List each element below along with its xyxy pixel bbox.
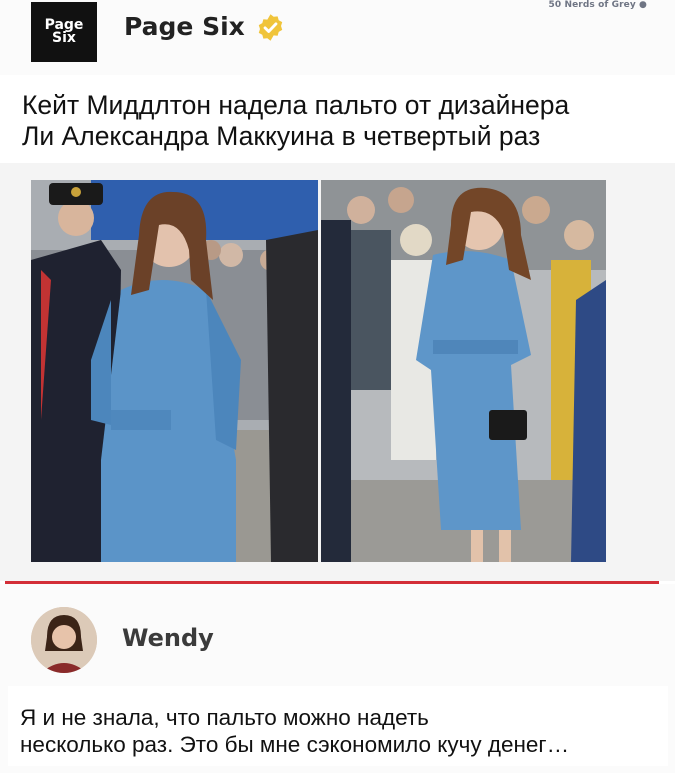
logo-text-line2: Six — [52, 30, 76, 46]
watermark-text: 50 Nerds of Grey ● — [548, 0, 647, 10]
reply-text-line-2: несколько раз. Это бы мне сэкономило куч… — [20, 732, 570, 757]
account-name[interactable]: Page Six — [124, 12, 245, 41]
avatar[interactable] — [31, 607, 97, 673]
post-header: Page Six Page Six — [0, 0, 675, 75]
post-photo-right[interactable] — [321, 180, 606, 562]
post-headline: Кейт Миддлтон надела пальто от дизайнера… — [10, 81, 664, 163]
page-six-logo[interactable]: Page Six — [31, 2, 97, 62]
headline-line-1: Кейт Миддлтон надела пальто от дизайнера — [22, 90, 570, 120]
headline-line-2: Ли Александра Маккуина в четвертый раз — [22, 121, 541, 151]
reply-text-line-1: Я и не знала, что пальто можно надеть — [20, 705, 429, 730]
reply-text: Я и не знала, что пальто можно надеть не… — [8, 686, 668, 766]
post-photo-left[interactable] — [31, 180, 318, 562]
verified-badge-icon — [258, 14, 283, 41]
reply-author-name[interactable]: Wendy — [122, 624, 214, 652]
